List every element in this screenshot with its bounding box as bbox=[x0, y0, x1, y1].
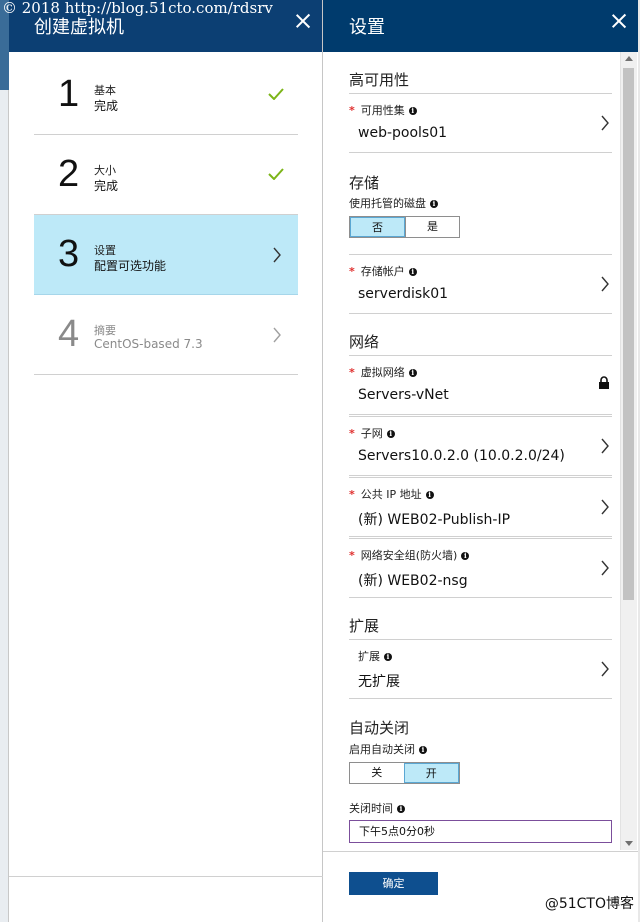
toggle-option-on[interactable]: 开 bbox=[403, 763, 459, 783]
subnet-label: * 子网 i bbox=[349, 425, 395, 441]
chevron-right-icon bbox=[601, 276, 609, 292]
chevron-right-icon bbox=[601, 438, 609, 454]
close-icon[interactable] bbox=[294, 12, 312, 30]
required-marker: * bbox=[349, 488, 355, 501]
availability-set-label: * 可用性集 i bbox=[349, 102, 417, 118]
virtual-network-label: * 虚拟网络 i bbox=[349, 364, 417, 380]
auto-shutdown-label: 启用自动关闭 i bbox=[349, 741, 427, 757]
info-icon[interactable]: i bbox=[408, 107, 417, 115]
required-marker: * bbox=[349, 104, 355, 117]
info-icon[interactable]: i bbox=[419, 746, 427, 754]
managed-disk-toggle[interactable]: 否 是 bbox=[349, 216, 460, 238]
availability-set-row[interactable]: * 可用性集 i web-pools01 bbox=[349, 93, 612, 153]
step-summary: 4 摘要 CentOS-based 7.3 bbox=[34, 295, 298, 375]
public-ip-value: (新) WEB02-Publish-IP bbox=[358, 512, 511, 528]
storage-account-row[interactable]: * 存储帐户 i serverdisk01 bbox=[349, 254, 612, 314]
settings-title: 设置 bbox=[349, 17, 385, 38]
chevron-right-icon bbox=[601, 115, 609, 131]
settings-content: 高可用性 * 可用性集 i web-pools01 存储 使用托管的磁盘 i 否 是 … bbox=[323, 55, 621, 850]
step-title: 大小 bbox=[94, 164, 116, 177]
info-icon[interactable]: i bbox=[430, 200, 438, 208]
chevron-right-icon bbox=[273, 327, 281, 343]
step-settings[interactable]: 3 设置 配置可选功能 bbox=[34, 215, 298, 295]
watermark-top: © 2018 http://blog.51cto.com/rdsrv bbox=[2, 0, 273, 17]
settings-blade: 设置 高可用性 * 可用性集 i web-pools01 存储 使用托管的磁盘 i 否… bbox=[323, 0, 638, 922]
checkmark-icon bbox=[268, 168, 284, 180]
storage-account-value: serverdisk01 bbox=[358, 286, 449, 302]
info-icon[interactable]: i bbox=[461, 552, 470, 560]
managed-disk-label: 使用托管的磁盘 i bbox=[349, 195, 438, 211]
close-icon[interactable] bbox=[610, 12, 628, 30]
virtual-network-value: Servers-vNet bbox=[358, 387, 449, 403]
required-marker: * bbox=[349, 427, 355, 440]
toggle-option-off[interactable]: 关 bbox=[350, 763, 404, 783]
settings-blade-header: 设置 bbox=[323, 0, 638, 52]
ok-button[interactable]: 确定 bbox=[349, 872, 438, 895]
scrollbar-thumb[interactable] bbox=[623, 68, 634, 600]
storage-account-label: * 存储帐户 i bbox=[349, 263, 417, 279]
step-number: 1 bbox=[58, 73, 80, 115]
shutdown-time-input[interactable]: 下午5点0分0秒 bbox=[349, 820, 612, 843]
extensions-row[interactable]: 扩展 i 无扩展 bbox=[349, 639, 612, 699]
info-icon[interactable]: i bbox=[397, 805, 405, 813]
blade-footer-divider bbox=[323, 851, 638, 852]
step-number: 3 bbox=[58, 233, 80, 275]
step-title: 设置 bbox=[94, 244, 116, 257]
info-icon[interactable]: i bbox=[386, 430, 395, 438]
settings-scrollbar[interactable] bbox=[620, 52, 637, 850]
watermark-bottom: @51CTO博客 bbox=[544, 896, 634, 912]
section-extensions: 扩展 bbox=[349, 617, 380, 635]
subnet-row[interactable]: * 子网 i Servers10.0.2.0 (10.0.2.0/24) bbox=[349, 416, 612, 476]
chevron-right-icon bbox=[601, 661, 609, 677]
required-marker: * bbox=[349, 549, 355, 562]
public-ip-label: * 公共 IP 地址 i bbox=[349, 486, 434, 502]
chevron-right-icon bbox=[601, 499, 609, 515]
step-title: 基本 bbox=[94, 84, 116, 97]
info-icon[interactable]: i bbox=[425, 491, 434, 499]
scroll-up-arrow-icon[interactable] bbox=[625, 56, 633, 61]
lock-icon bbox=[599, 376, 609, 389]
step-size[interactable]: 2 大小 完成 bbox=[34, 135, 298, 215]
step-number: 4 bbox=[58, 313, 80, 355]
virtual-network-row: * 虚拟网络 i Servers-vNet bbox=[349, 355, 612, 415]
auto-shutdown-toggle[interactable]: 关 开 bbox=[349, 762, 460, 784]
blade-footer-divider bbox=[9, 876, 323, 877]
section-storage: 存储 bbox=[349, 174, 380, 192]
toggle-option-no[interactable]: 否 bbox=[350, 217, 405, 237]
step-title: 摘要 bbox=[94, 324, 116, 337]
required-marker: * bbox=[349, 366, 355, 379]
section-availability: 高可用性 bbox=[349, 71, 410, 89]
step-basics[interactable]: 1 基本 完成 bbox=[34, 55, 298, 135]
nsg-label: * 网络安全组(防火墙) i bbox=[349, 547, 470, 563]
section-auto-shutdown: 自动关闭 bbox=[349, 719, 410, 737]
info-icon[interactable]: i bbox=[408, 268, 417, 276]
required-marker: * bbox=[349, 265, 355, 278]
chevron-right-icon bbox=[273, 247, 281, 263]
section-network: 网络 bbox=[349, 333, 380, 351]
create-vm-blade: 创建虚拟机 1 基本 完成 2 大小 完成 3 设置 配置可选功能 4 摘要 C… bbox=[9, 0, 323, 922]
public-ip-row[interactable]: * 公共 IP 地址 i (新) WEB02-Publish-IP bbox=[349, 477, 612, 537]
chevron-right-icon bbox=[601, 560, 609, 576]
toggle-option-yes[interactable]: 是 bbox=[405, 217, 459, 237]
nsg-row[interactable]: * 网络安全组(防火墙) i (新) WEB02-nsg bbox=[349, 538, 612, 598]
step-status: 完成 bbox=[94, 179, 119, 193]
background-portal-area bbox=[0, 90, 9, 922]
extensions-value: 无扩展 bbox=[358, 674, 400, 690]
info-icon[interactable]: i bbox=[384, 653, 392, 661]
wizard-steps: 1 基本 完成 2 大小 完成 3 设置 配置可选功能 4 摘要 CentOS-… bbox=[34, 55, 298, 375]
step-number: 2 bbox=[58, 153, 80, 195]
step-status: CentOS-based 7.3 bbox=[94, 337, 203, 351]
nsg-value: (新) WEB02-nsg bbox=[358, 573, 468, 589]
step-status: 配置可选功能 bbox=[94, 259, 167, 273]
step-status: 完成 bbox=[94, 99, 119, 113]
scroll-down-arrow-icon[interactable] bbox=[625, 841, 633, 846]
subnet-value: Servers10.0.2.0 (10.0.2.0/24) bbox=[358, 448, 565, 464]
shutdown-time-label: 关闭时间 i bbox=[349, 800, 405, 816]
extensions-label: 扩展 i bbox=[358, 648, 392, 664]
availability-set-value: web-pools01 bbox=[358, 125, 448, 141]
info-icon[interactable]: i bbox=[408, 369, 417, 377]
checkmark-icon bbox=[268, 88, 284, 100]
